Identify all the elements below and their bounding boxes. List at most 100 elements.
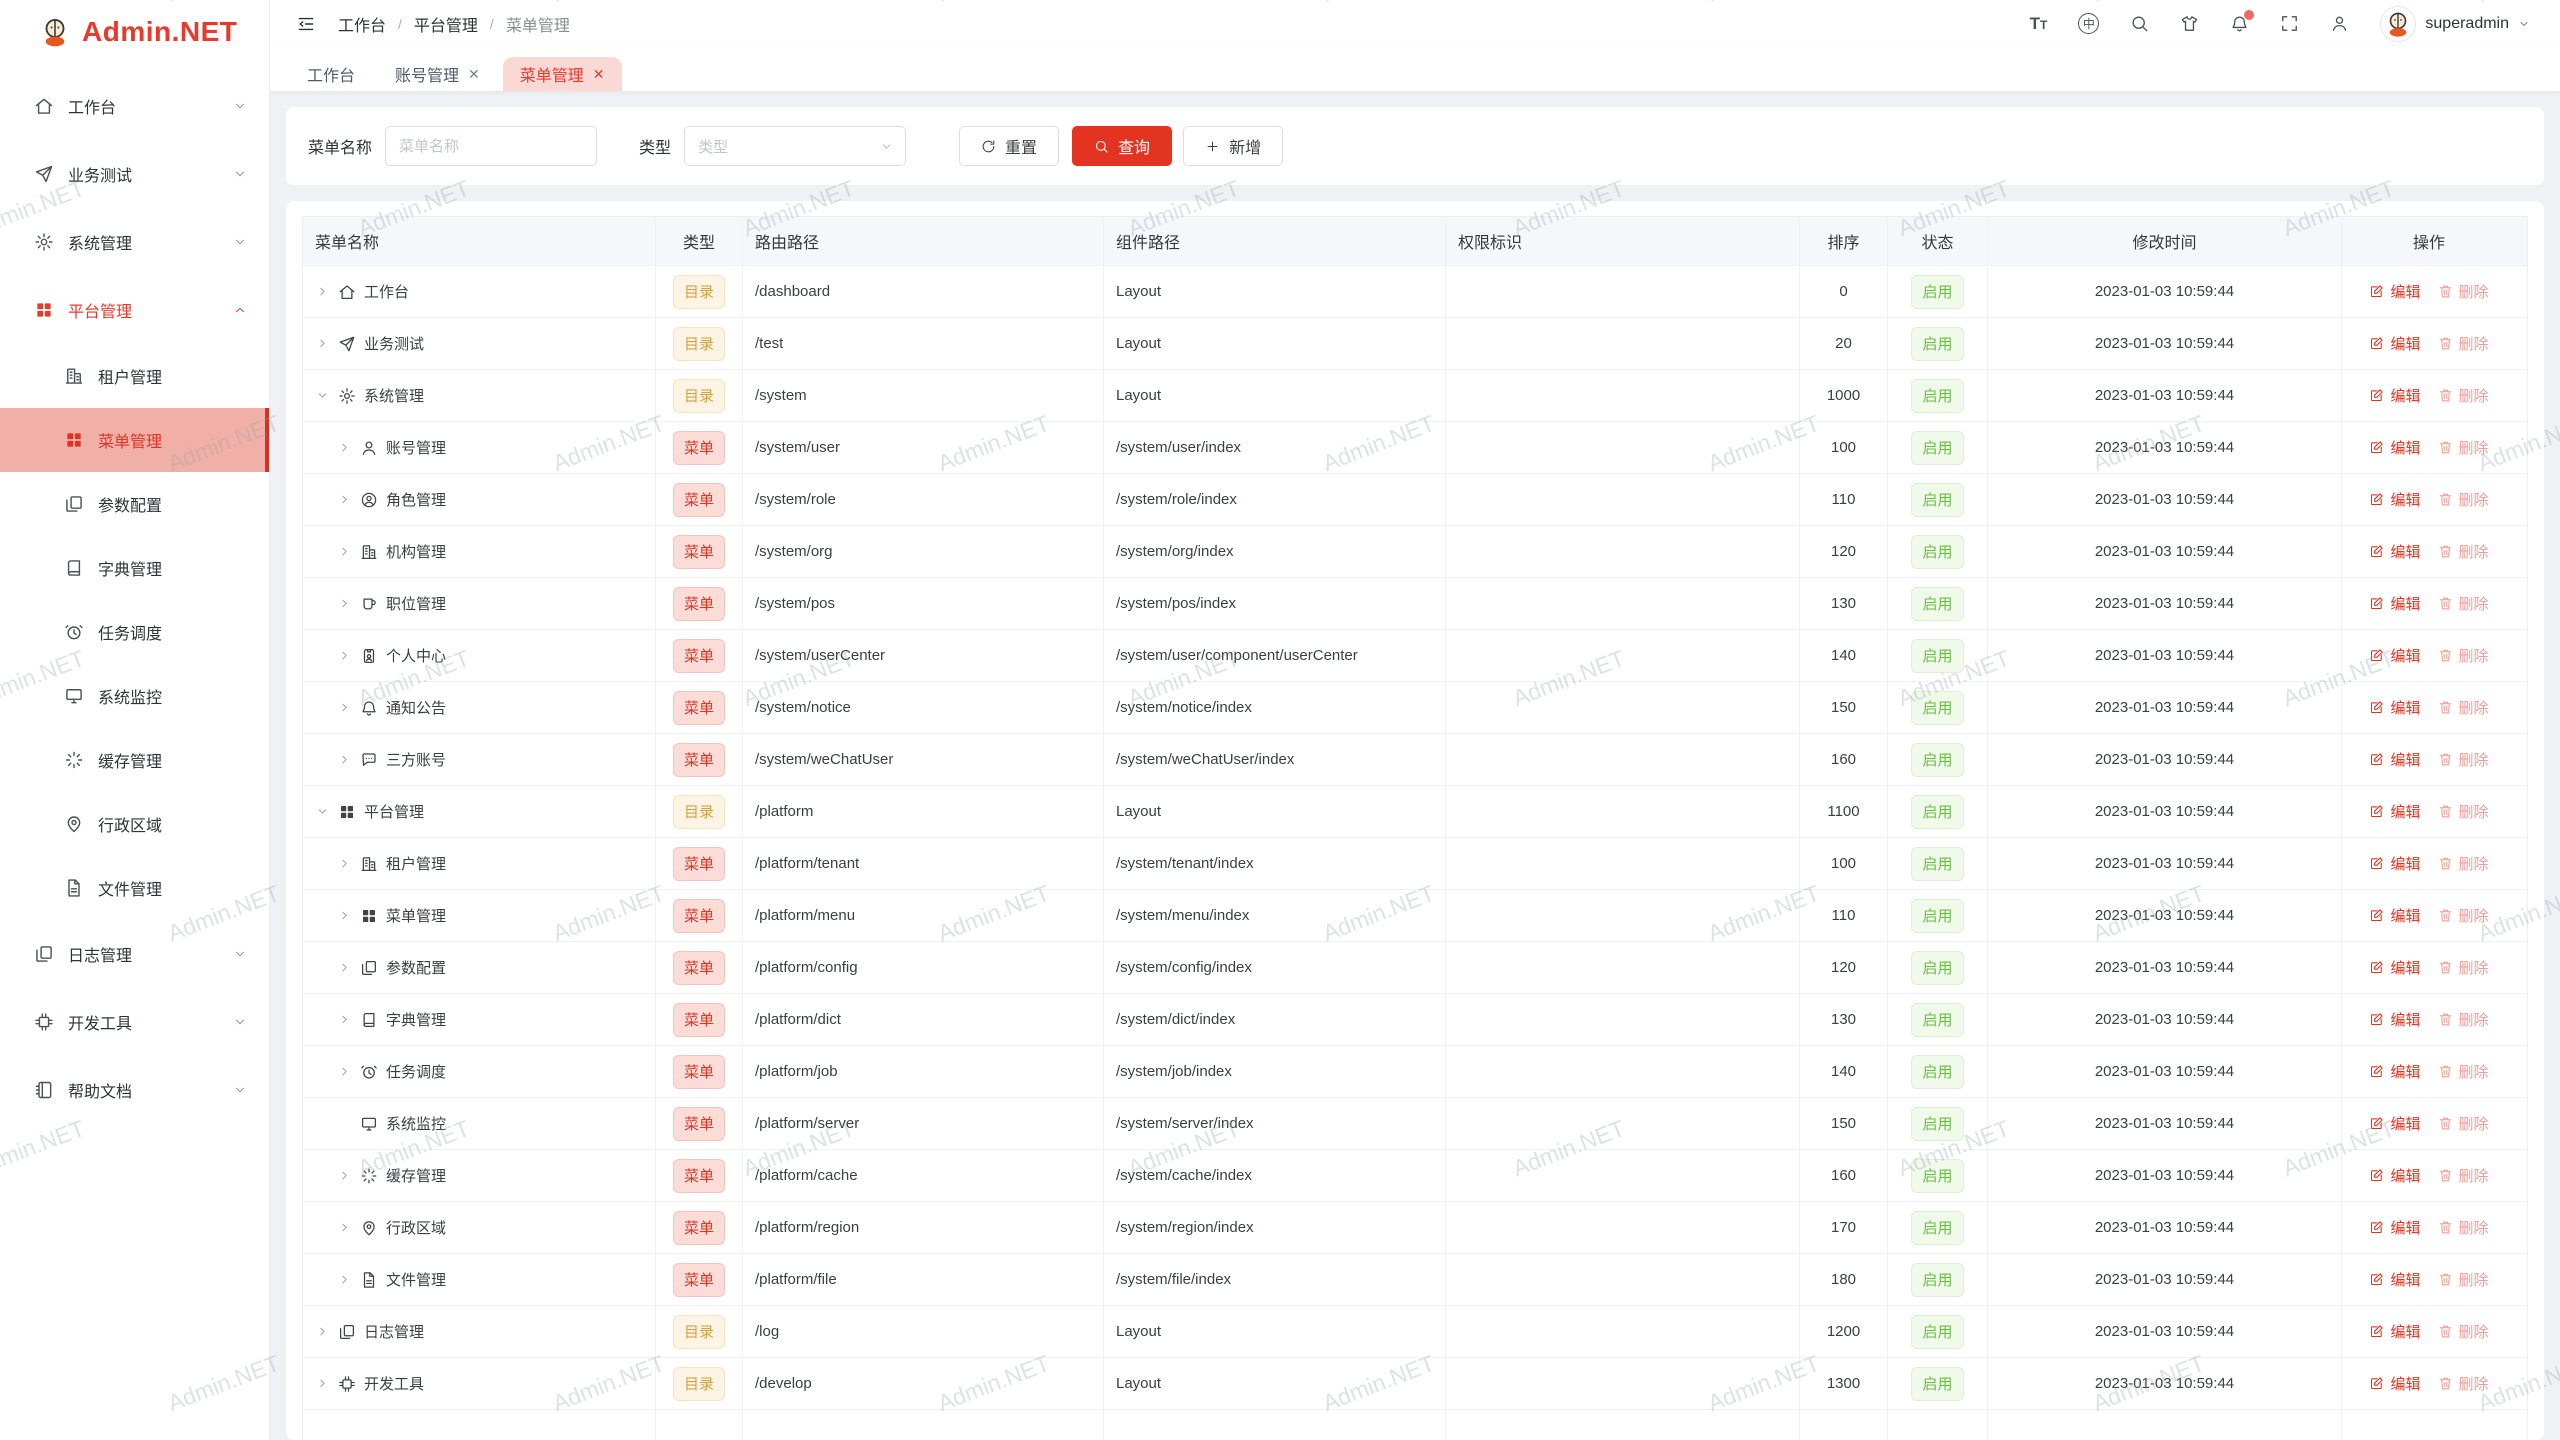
- expand-toggle[interactable]: [337, 597, 352, 610]
- search-icon[interactable]: [2130, 14, 2149, 33]
- sidebar-item-business-test[interactable]: 业务测试: [0, 140, 269, 208]
- chevron-right-icon[interactable]: [338, 1013, 351, 1026]
- expand-toggle[interactable]: [337, 1169, 352, 1182]
- expand-toggle[interactable]: [337, 1013, 352, 1026]
- expand-toggle[interactable]: [315, 805, 330, 818]
- chevron-down-icon[interactable]: [316, 805, 329, 818]
- sidebar-item-dict-mgmt[interactable]: 字典管理: [0, 536, 269, 600]
- edit-button[interactable]: 编辑: [2369, 281, 2420, 302]
- tab-workbench[interactable]: 工作台: [290, 57, 372, 91]
- user-menu[interactable]: superadmin: [2380, 6, 2530, 42]
- chevron-right-icon[interactable]: [338, 701, 351, 714]
- chevron-right-icon[interactable]: [316, 285, 329, 298]
- notification-icon[interactable]: [2230, 14, 2249, 33]
- edit-button[interactable]: 编辑: [2369, 801, 2420, 822]
- chevron-right-icon[interactable]: [338, 753, 351, 766]
- tab-account-mgmt[interactable]: 账号管理✕: [378, 57, 497, 91]
- expand-toggle[interactable]: [337, 493, 352, 506]
- chevron-right-icon[interactable]: [338, 441, 351, 454]
- edit-button[interactable]: 编辑: [2369, 437, 2420, 458]
- chevron-right-icon[interactable]: [316, 337, 329, 350]
- expand-toggle[interactable]: [337, 961, 352, 974]
- expand-toggle[interactable]: [315, 1377, 330, 1390]
- delete-button[interactable]: 删除: [2438, 1217, 2489, 1238]
- chevron-right-icon[interactable]: [338, 857, 351, 870]
- tab-menu-mgmt[interactable]: 菜单管理✕: [503, 57, 622, 91]
- delete-button[interactable]: 删除: [2438, 1321, 2489, 1342]
- edit-button[interactable]: 编辑: [2369, 1373, 2420, 1394]
- edit-button[interactable]: 编辑: [2369, 853, 2420, 874]
- delete-button[interactable]: 删除: [2438, 1061, 2489, 1082]
- expand-toggle[interactable]: [337, 1221, 352, 1234]
- delete-button[interactable]: 删除: [2438, 281, 2489, 302]
- edit-button[interactable]: 编辑: [2369, 957, 2420, 978]
- delete-button[interactable]: 删除: [2438, 489, 2489, 510]
- type-select[interactable]: 类型: [684, 126, 906, 166]
- delete-button[interactable]: 删除: [2438, 853, 2489, 874]
- delete-button[interactable]: 删除: [2438, 1113, 2489, 1134]
- search-button[interactable]: 查询: [1072, 126, 1172, 166]
- delete-button[interactable]: 删除: [2438, 541, 2489, 562]
- chevron-right-icon[interactable]: [338, 1221, 351, 1234]
- sidebar-item-cache-mgmt[interactable]: 缓存管理: [0, 728, 269, 792]
- chevron-right-icon[interactable]: [316, 1377, 329, 1390]
- edit-button[interactable]: 编辑: [2369, 749, 2420, 770]
- reset-button[interactable]: 重置: [959, 126, 1059, 166]
- sidebar-item-param-config[interactable]: 参数配置: [0, 472, 269, 536]
- delete-button[interactable]: 删除: [2438, 333, 2489, 354]
- user-line-icon[interactable]: [2330, 14, 2349, 33]
- menu-fold-icon[interactable]: [296, 14, 316, 34]
- sidebar-item-log-mgmt[interactable]: 日志管理: [0, 920, 269, 988]
- edit-button[interactable]: 编辑: [2369, 645, 2420, 666]
- sidebar-item-platform-mgmt[interactable]: 平台管理: [0, 276, 269, 344]
- chevron-right-icon[interactable]: [338, 1273, 351, 1286]
- expand-toggle[interactable]: [337, 441, 352, 454]
- close-icon[interactable]: ✕: [593, 66, 605, 83]
- chevron-right-icon[interactable]: [338, 1065, 351, 1078]
- delete-button[interactable]: 删除: [2438, 749, 2489, 770]
- chevron-right-icon[interactable]: [316, 1325, 329, 1338]
- edit-button[interactable]: 编辑: [2369, 1269, 2420, 1290]
- edit-button[interactable]: 编辑: [2369, 905, 2420, 926]
- edit-button[interactable]: 编辑: [2369, 489, 2420, 510]
- delete-button[interactable]: 删除: [2438, 697, 2489, 718]
- chevron-right-icon[interactable]: [338, 597, 351, 610]
- sidebar-item-file-mgmt[interactable]: 文件管理: [0, 856, 269, 920]
- expand-toggle[interactable]: [337, 701, 352, 714]
- delete-button[interactable]: 删除: [2438, 437, 2489, 458]
- delete-button[interactable]: 删除: [2438, 1269, 2489, 1290]
- expand-toggle[interactable]: [315, 389, 330, 402]
- edit-button[interactable]: 编辑: [2369, 1061, 2420, 1082]
- add-button[interactable]: 新增: [1183, 126, 1283, 166]
- sidebar-item-system-mgmt[interactable]: 系统管理: [0, 208, 269, 276]
- expand-toggle[interactable]: [315, 285, 330, 298]
- expand-toggle[interactable]: [337, 649, 352, 662]
- edit-button[interactable]: 编辑: [2369, 1113, 2420, 1134]
- sidebar-item-system-monitor[interactable]: 系统监控: [0, 664, 269, 728]
- expand-toggle[interactable]: [337, 753, 352, 766]
- delete-button[interactable]: 删除: [2438, 593, 2489, 614]
- expand-toggle[interactable]: [337, 857, 352, 870]
- fullscreen-icon[interactable]: [2280, 14, 2299, 33]
- expand-toggle[interactable]: [337, 1273, 352, 1286]
- expand-toggle[interactable]: [337, 545, 352, 558]
- breadcrumb-item[interactable]: 平台管理: [414, 12, 478, 36]
- expand-toggle[interactable]: [337, 909, 352, 922]
- chevron-right-icon[interactable]: [338, 1169, 351, 1182]
- delete-button[interactable]: 删除: [2438, 801, 2489, 822]
- font-size-icon[interactable]: TT: [2030, 15, 2048, 32]
- edit-button[interactable]: 编辑: [2369, 593, 2420, 614]
- delete-button[interactable]: 删除: [2438, 385, 2489, 406]
- menu-name-input[interactable]: [385, 126, 597, 166]
- edit-button[interactable]: 编辑: [2369, 1321, 2420, 1342]
- sidebar-item-menu-mgmt[interactable]: 菜单管理: [0, 408, 269, 472]
- sidebar-item-workbench[interactable]: 工作台: [0, 72, 269, 140]
- delete-button[interactable]: 删除: [2438, 645, 2489, 666]
- expand-toggle[interactable]: [315, 1325, 330, 1338]
- chevron-right-icon[interactable]: [338, 545, 351, 558]
- delete-button[interactable]: 删除: [2438, 957, 2489, 978]
- edit-button[interactable]: 编辑: [2369, 1165, 2420, 1186]
- expand-toggle[interactable]: [337, 1065, 352, 1078]
- close-icon[interactable]: ✕: [468, 66, 480, 83]
- delete-button[interactable]: 删除: [2438, 1373, 2489, 1394]
